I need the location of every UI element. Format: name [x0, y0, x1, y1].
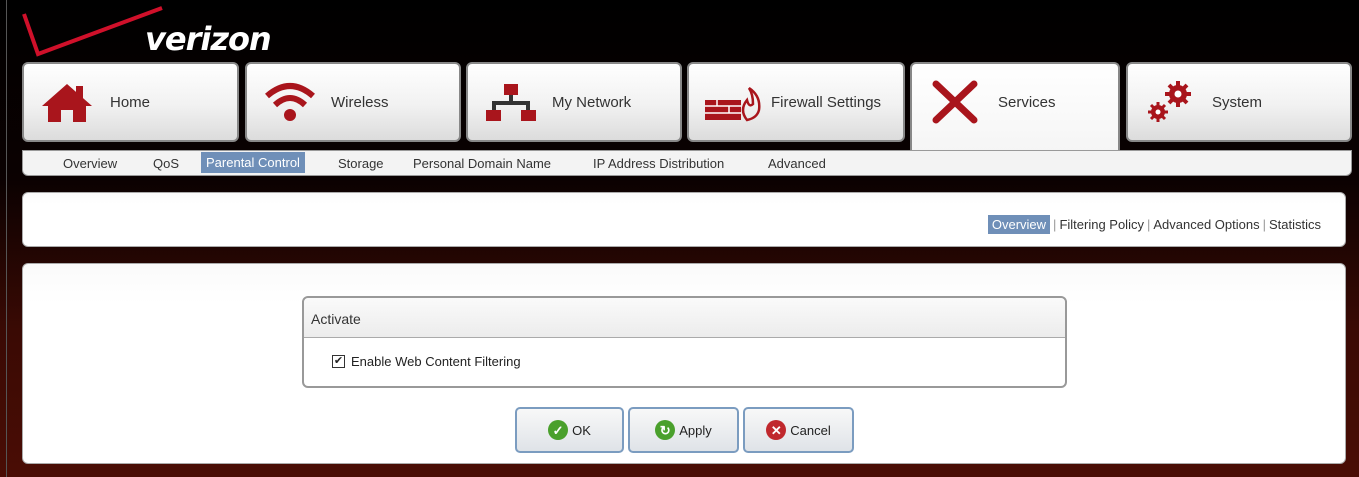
link-filtering-policy[interactable]: Filtering Policy — [1059, 217, 1144, 232]
cancel-button[interactable]: ✕ Cancel — [743, 407, 854, 453]
link-separator: | — [1146, 217, 1151, 232]
verizon-logo: verizon — [20, 6, 300, 60]
apply-button[interactable]: ↻ Apply — [628, 407, 739, 453]
subnav-item-ip-address-distribution[interactable]: IP Address Distribution — [589, 154, 728, 173]
link-advanced-options[interactable]: Advanced Options — [1153, 217, 1259, 232]
apply-label: Apply — [679, 422, 712, 438]
subnav-item-parental-control[interactable]: Parental Control — [201, 152, 305, 173]
cancel-label: Cancel — [790, 422, 831, 438]
main-tabs: Home Wireless My Network Firewall Settin… — [22, 62, 1352, 152]
cancel-x-icon: ✕ — [766, 420, 787, 440]
subnav-item-personal-domain-name[interactable]: Personal Domain Name — [409, 154, 555, 173]
activate-title: Activate — [304, 298, 1065, 338]
subnav-item-overview[interactable]: Overview — [59, 154, 121, 173]
link-separator: | — [1262, 217, 1266, 232]
wireless-icon — [265, 83, 315, 121]
subnav-item-storage[interactable]: Storage — [334, 154, 388, 173]
tab-home[interactable]: Home — [22, 62, 239, 142]
subnav-item-qos[interactable]: QoS — [149, 154, 183, 173]
enable-web-content-filtering-label[interactable]: Enable Web Content Filtering — [351, 354, 521, 369]
brand-name: verizon — [145, 20, 272, 58]
ok-button[interactable]: ✓ OK — [515, 407, 624, 453]
section-links: Overview | Filtering Policy | Advanced Optio… — [987, 215, 1321, 234]
enable-filtering-row: ✔ Enable Web Content Filtering — [332, 354, 521, 369]
section-links-panel: Overview | Filtering Policy | Advanced Optio… — [22, 192, 1346, 247]
tab-label: My Network — [552, 94, 632, 111]
network-icon — [486, 84, 536, 121]
link-statistics[interactable]: Statistics — [1269, 217, 1321, 232]
link-overview[interactable]: Overview — [987, 215, 1051, 234]
ok-check-icon: ✓ — [548, 420, 569, 440]
tab-label: Wireless — [331, 94, 389, 111]
tools-icon — [932, 80, 978, 124]
home-icon — [42, 84, 92, 122]
tab-wireless[interactable]: Wireless — [245, 62, 461, 142]
tab-my-network[interactable]: My Network — [466, 62, 682, 142]
enable-web-content-filtering-checkbox[interactable]: ✔ — [332, 355, 345, 368]
subnav-item-advanced[interactable]: Advanced — [764, 154, 830, 173]
activate-fieldset: Activate ✔ Enable Web Content Filtering — [302, 296, 1067, 388]
ok-label: OK — [572, 422, 591, 438]
tab-label: Services — [998, 94, 1056, 111]
link-separator: | — [1053, 217, 1057, 232]
sub-navigation: Overview QoS Parental Control Storage Pe… — [22, 150, 1352, 176]
firewall-icon — [705, 86, 761, 122]
tab-firewall-settings[interactable]: Firewall Settings — [687, 62, 905, 142]
tab-services[interactable]: Services — [910, 62, 1120, 152]
content-panel: Activate ✔ Enable Web Content Filtering … — [22, 263, 1346, 464]
tab-label: Firewall Settings — [771, 94, 882, 111]
apply-icon: ↻ — [655, 420, 676, 440]
tab-system[interactable]: System — [1126, 62, 1352, 142]
tab-label: Home — [110, 94, 151, 111]
gears-icon — [1148, 81, 1191, 122]
tab-label: System — [1212, 94, 1263, 111]
